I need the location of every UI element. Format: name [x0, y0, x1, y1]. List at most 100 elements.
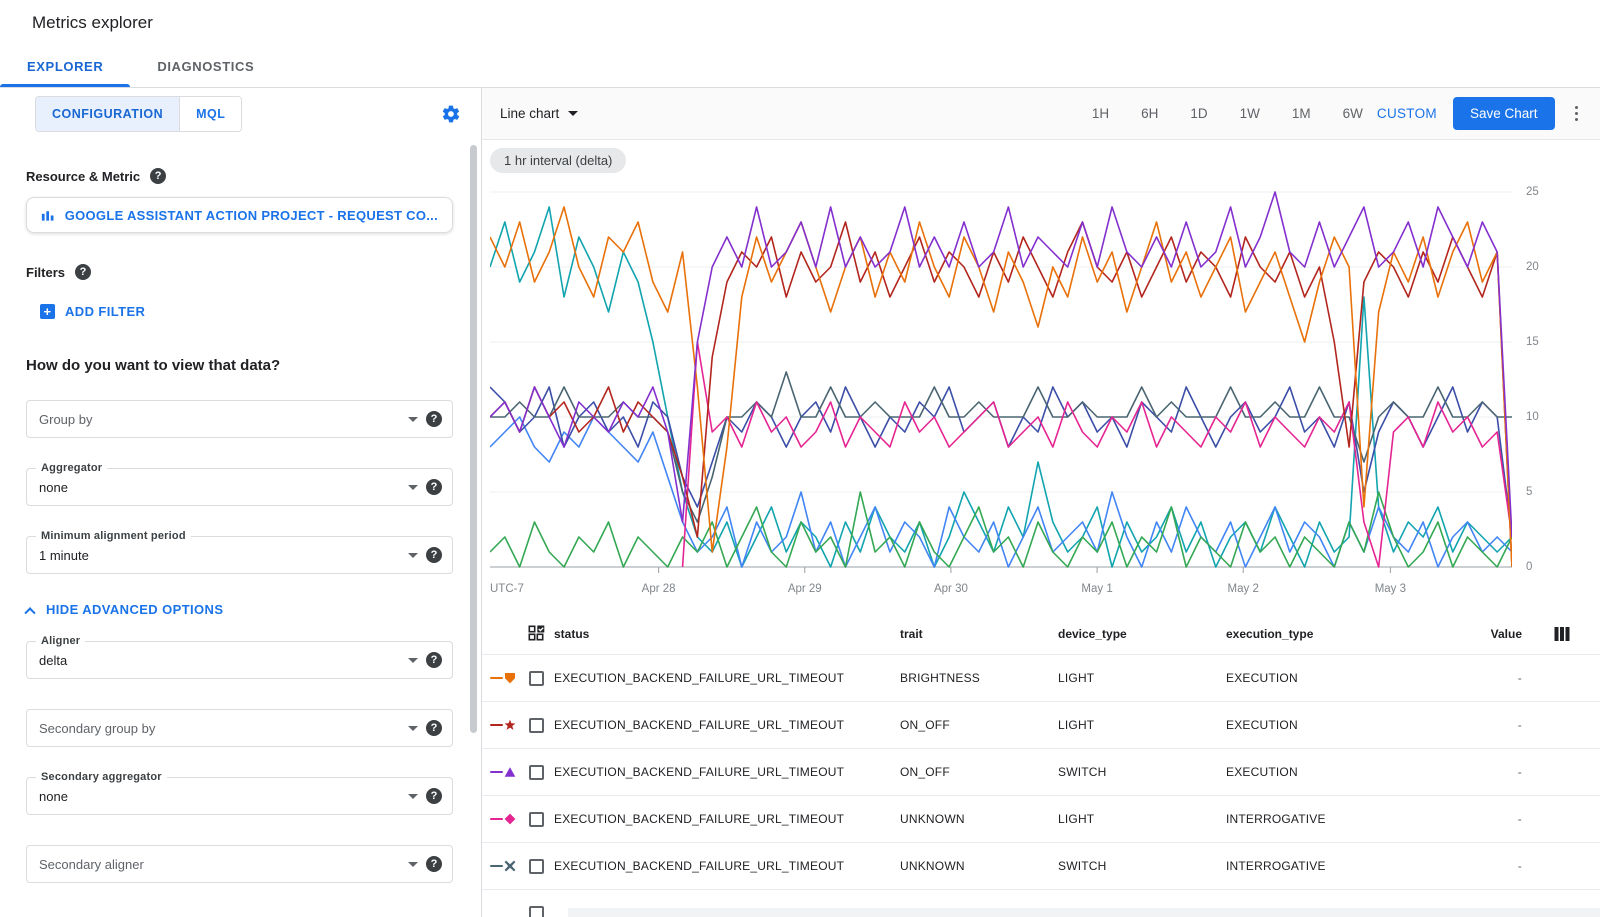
cell-trait: ON_OFF	[900, 718, 1058, 732]
cross-marker-icon	[482, 860, 518, 872]
range-button-1w[interactable]: 1W	[1240, 106, 1260, 121]
legend-horizontal-scrollbar[interactable]	[568, 908, 1600, 917]
cell-trait: BRIGHTNESS	[900, 671, 1058, 685]
hide-advanced-options-link[interactable]: HIDE ADVANCED OPTIONS	[26, 602, 453, 617]
y-tick-label: 0	[1526, 561, 1532, 573]
panel-scrollbar[interactable]	[470, 145, 477, 733]
add-filter-button[interactable]: + ADD FILTER	[40, 304, 453, 319]
configuration-panel: CONFIGURATION MQL Resource & Metric ? GO…	[0, 88, 482, 917]
chart-svg	[490, 182, 1512, 577]
cell-execution-type: EXECUTION	[1226, 718, 1464, 732]
aligner-select[interactable]: Aligner delta ?	[26, 641, 453, 679]
cell-value: -	[1464, 859, 1544, 873]
secondary-group-by-select[interactable]: Secondary group by ?	[26, 709, 453, 747]
row-checkbox[interactable]	[529, 906, 544, 917]
page-title: Metrics explorer	[32, 13, 153, 33]
y-tick-label: 20	[1526, 261, 1539, 273]
tab-diagnostics[interactable]: DIAGNOSTICS	[130, 45, 281, 87]
group-by-select[interactable]: Group by ?	[26, 400, 453, 438]
row-checkbox[interactable]	[529, 671, 544, 686]
min-alignment-period-select[interactable]: Minimum alignment period 1 minute ?	[26, 536, 453, 574]
chevron-down-icon	[408, 417, 418, 422]
help-icon[interactable]: ?	[150, 168, 166, 184]
x-tick-label: May 3	[1375, 583, 1406, 595]
secondary-aggregator-select[interactable]: Secondary aggregator none ?	[26, 777, 453, 815]
legend-body: EXECUTION_BACKEND_FAILURE_URL_TIMEOUT BR…	[482, 655, 1600, 917]
help-icon[interactable]: ?	[426, 652, 442, 668]
row-checkbox[interactable]	[529, 765, 544, 780]
cell-status: EXECUTION_BACKEND_FAILURE_URL_TIMEOUT	[554, 765, 900, 779]
range-button-6w[interactable]: 6W	[1343, 106, 1363, 121]
legend-header-row: status trait device_type execution_type …	[482, 613, 1600, 655]
x-axis-labels: UTC-7Apr 28Apr 29Apr 30May 1May 2May 3	[490, 581, 1512, 601]
cell-execution-type: EXECUTION	[1226, 671, 1464, 685]
selected-metric-chip[interactable]: GOOGLE ASSISTANT ACTION PROJECT - REQUES…	[26, 197, 453, 233]
bar-chart-icon	[41, 208, 55, 223]
series-line-teal	[490, 207, 1512, 567]
tab-explorer[interactable]: EXPLORER	[0, 45, 130, 87]
configuration-mode-button[interactable]: CONFIGURATION	[36, 97, 179, 131]
help-icon[interactable]: ?	[426, 856, 442, 872]
col-status: status	[554, 627, 900, 641]
chevron-down-icon	[568, 111, 578, 116]
save-chart-button[interactable]: Save Chart	[1453, 97, 1555, 130]
legend-row: EXECUTION_BACKEND_FAILURE_URL_TIMEOUT BR…	[482, 655, 1600, 702]
tab-bar: EXPLORER DIAGNOSTICS	[0, 45, 1600, 88]
row-checkbox[interactable]	[529, 859, 544, 874]
line-chart-plot[interactable]: 0510152025	[490, 182, 1512, 577]
chart-area: 1 hr interval (delta) 0510152025 UTC-7Ap…	[482, 140, 1600, 601]
help-icon[interactable]: ?	[75, 264, 91, 280]
help-icon[interactable]: ?	[426, 547, 442, 563]
metrics-explorer-app: Metrics explorer EXPLORER DIAGNOSTICS CO…	[0, 0, 1600, 917]
custom-range-button[interactable]: CUSTOM	[1377, 106, 1437, 121]
view-data-question: How do you want to view that data?	[26, 357, 453, 374]
col-value: Value	[1464, 627, 1544, 641]
chart-toolbar: Line chart 1H 6H 1D 1W 1M 6W CUSTOM Save Char…	[482, 88, 1600, 140]
row-checkbox[interactable]	[529, 812, 544, 827]
select-all-icon[interactable]	[518, 625, 554, 642]
chevron-down-icon	[408, 862, 418, 867]
y-tick-label: 15	[1526, 336, 1539, 348]
filters-label: Filters ?	[26, 264, 453, 280]
more-options-icon[interactable]	[1569, 102, 1585, 126]
cell-device-type: LIGHT	[1058, 718, 1226, 732]
help-icon[interactable]: ?	[426, 720, 442, 736]
x-tick-label: Apr 29	[788, 583, 822, 595]
chevron-down-icon	[408, 726, 418, 731]
chart-panel: Line chart 1H 6H 1D 1W 1M 6W CUSTOM Save Char…	[482, 88, 1600, 917]
chevron-up-icon	[24, 607, 35, 618]
help-icon[interactable]: ?	[426, 788, 442, 804]
chevron-down-icon	[408, 553, 418, 558]
range-button-1d[interactable]: 1D	[1190, 106, 1207, 121]
cell-value: -	[1464, 812, 1544, 826]
mql-mode-button[interactable]: MQL	[179, 97, 241, 131]
triangle-marker-icon	[482, 766, 518, 778]
cell-status: EXECUTION_BACKEND_FAILURE_URL_TIMEOUT	[554, 812, 900, 826]
help-icon[interactable]: ?	[426, 411, 442, 427]
legend-row: EXECUTION_BACKEND_FAILURE_URL_TIMEOUT ON…	[482, 702, 1600, 749]
cell-status: EXECUTION_BACKEND_FAILURE_URL_TIMEOUT	[554, 718, 900, 732]
mode-toggle: CONFIGURATION MQL	[35, 96, 242, 132]
col-device-type: device_type	[1058, 627, 1226, 641]
cell-device-type: LIGHT	[1058, 671, 1226, 685]
secondary-aligner-select[interactable]: Secondary aligner ?	[26, 845, 453, 883]
y-tick-label: 5	[1526, 486, 1532, 498]
legend-table: status trait device_type execution_type …	[482, 613, 1600, 917]
cell-value: -	[1464, 765, 1544, 779]
range-button-1h[interactable]: 1H	[1092, 106, 1109, 121]
y-tick-label: 10	[1526, 411, 1539, 423]
chart-type-select[interactable]: Line chart	[500, 106, 578, 121]
row-checkbox[interactable]	[529, 718, 544, 733]
resource-metric-label: Resource & Metric ?	[26, 168, 453, 184]
columns-icon[interactable]	[1544, 626, 1600, 642]
aggregator-select[interactable]: Aggregator none ?	[26, 468, 453, 506]
cell-trait: ON_OFF	[900, 765, 1058, 779]
col-execution-type: execution_type	[1226, 627, 1464, 641]
y-tick-label: 25	[1526, 186, 1539, 198]
help-icon[interactable]: ?	[426, 479, 442, 495]
chevron-down-icon	[408, 794, 418, 799]
range-button-6h[interactable]: 6H	[1141, 106, 1158, 121]
range-button-1m[interactable]: 1M	[1292, 106, 1311, 121]
gear-icon[interactable]	[441, 104, 461, 124]
pentagon-marker-icon	[482, 672, 518, 684]
